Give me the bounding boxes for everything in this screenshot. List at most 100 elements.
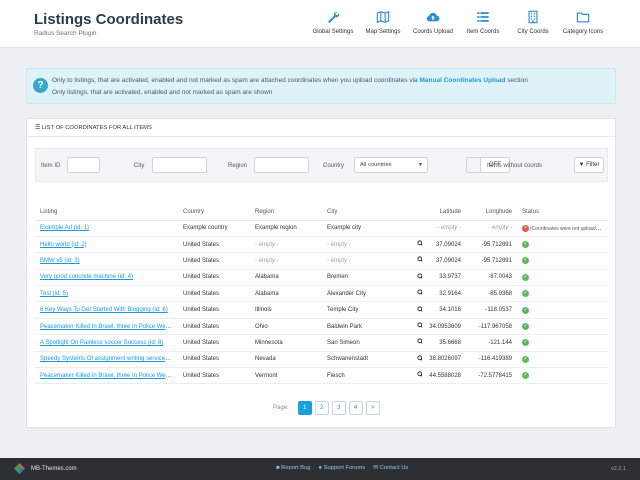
search-icon[interactable] (417, 273, 422, 280)
search-icon[interactable] (417, 256, 422, 263)
nav-map-settings[interactable]: Map Settings (358, 10, 408, 35)
search-icon[interactable] (417, 371, 422, 378)
check-icon: ✓ (522, 290, 529, 298)
country-cell: Example country (178, 220, 250, 237)
envelope-icon: ✉ (373, 465, 379, 471)
listing-cell: Speedy Systems Of assignment writing ser… (35, 351, 178, 369)
region-cell: - empty - (250, 252, 322, 270)
nav-city-coords-label: City Coords (517, 29, 549, 35)
search-icon[interactable] (417, 355, 422, 362)
report-bug-label: Report Bug (281, 465, 311, 471)
listing-link[interactable]: Speedy Systems Of assignment writing ser… (40, 356, 178, 362)
report-bug-link[interactable]: ■ Report Bug (276, 465, 310, 471)
listing-cell: Peacemaker Killed In Brawl, three In Pol… (35, 367, 178, 385)
region-cell: Ohio (250, 318, 322, 336)
nav-city-coords[interactable]: City Coords (508, 10, 558, 35)
country-cell: United States (178, 285, 250, 303)
latitude-cell: 34.1016 (422, 301, 466, 319)
latitude-cell: 34.0953609 (422, 318, 466, 336)
listing-link[interactable]: BMW x5 (id: 3) (40, 258, 80, 264)
table-row: Test (id: 5) United States Alabama Alexande… (35, 285, 608, 303)
nav-item-coords[interactable]: Item Coords (458, 10, 508, 35)
funnel-icon: ▼ (578, 162, 585, 168)
nav-coords-upload[interactable]: Coords Upload (408, 10, 458, 35)
page-title: Listings Coordinates (34, 11, 184, 28)
footer: MB-Themes.com ■ Report Bug ● Support For… (0, 458, 640, 480)
city-cell: Fiesch (322, 367, 412, 385)
check-icon: ✓ (522, 241, 529, 249)
search-icon[interactable] (417, 322, 422, 329)
footer-brand[interactable]: MB-Themes.com (14, 463, 77, 474)
contact-us-link[interactable]: ✉ Contact Us (373, 465, 408, 471)
listing-link[interactable]: 6 Key Ways To Get Started With Blogging … (40, 307, 168, 313)
city-cell: Baldwin Park (322, 318, 412, 336)
region-cell: Example region (250, 220, 322, 237)
question-icon: ? (33, 78, 48, 93)
country-select-value: All countries (360, 162, 392, 168)
item-id-input[interactable] (67, 157, 100, 173)
page-4-button[interactable]: 4 (348, 401, 363, 415)
table-row: 6 Key Ways To Get Started With Blogging … (35, 301, 608, 319)
table-row: Example Ad (id: 1) Example country Example… (35, 220, 608, 237)
search-cell (412, 301, 422, 319)
check-icon: ✓ (522, 339, 529, 347)
without-coords-label: Items without coords (487, 163, 543, 169)
city-cell: - empty - (322, 252, 412, 270)
nav-category-icons-label: Category Icons (562, 29, 604, 35)
search-icon[interactable] (417, 240, 422, 247)
listing-cell: 6 Key Ways To Get Started With Blogging … (35, 301, 178, 319)
listing-cell: Test (id: 5) (35, 285, 178, 303)
latitude-cell: 35.6668 (422, 334, 466, 352)
status-cell: ✓ (517, 334, 608, 352)
status-cell: × (Coordinates were not uploaded y... (517, 220, 608, 237)
table-row: Speedy Systems Of assignment writing ser… (35, 351, 608, 369)
search-icon[interactable] (417, 306, 422, 313)
longitude-cell: -95.712891 (466, 236, 517, 254)
search-cell (412, 318, 422, 336)
table-row: Hello world (id: 2) United States - empty … (35, 236, 608, 254)
nav-global-settings[interactable]: Global Settings (308, 10, 358, 35)
listing-link[interactable]: Peacemaker Killed In Brawl, three In Pol… (40, 373, 178, 379)
page-3-button[interactable]: 3 (331, 401, 346, 415)
page-2-button[interactable]: 2 (314, 401, 329, 415)
search-cell (412, 252, 422, 270)
city-cell: Bremen (322, 269, 412, 287)
search-icon[interactable] (417, 338, 422, 345)
latitude-cell: 33.9737 (422, 269, 466, 287)
longitude-cell: -116.419389 (466, 351, 517, 369)
table-row: Peacemaker Killed In Brawl, three In Pol… (35, 367, 608, 385)
next-page-button[interactable]: > (365, 401, 380, 415)
listing-link[interactable]: Hello world (id: 2) (40, 242, 87, 248)
nav-category-icons[interactable]: Category Icons (558, 10, 608, 35)
listing-link[interactable]: Peacemaker Killed In Brawl, three In Pol… (40, 324, 178, 330)
manual-upload-link[interactable]: Manual Coordinates Upload (419, 77, 505, 84)
country-label: Country (323, 163, 345, 169)
listing-link[interactable]: Example Ad (id: 1) (40, 225, 89, 231)
longitude-cell: -72.5778415 (466, 367, 517, 385)
status-cell: ✓ (517, 236, 608, 254)
city-input[interactable] (152, 157, 207, 173)
region-input[interactable] (254, 157, 309, 173)
country-select[interactable]: All countries ▼ (354, 157, 428, 173)
search-cell (412, 269, 422, 287)
coordinates-panel: ☰ LIST OF COORDINATES FOR ALL ITEMS Item… (26, 118, 616, 428)
listing-link[interactable]: Test (id: 5) (40, 291, 68, 297)
listing-link[interactable]: Very good concrete machine (id: 4) (40, 274, 133, 280)
support-forums-link[interactable]: ● Support Forums (318, 465, 365, 471)
info-alert: ? Only to listings, that are activated, … (26, 68, 616, 104)
search-icon[interactable] (417, 289, 422, 296)
listing-link[interactable]: A Spotlight On Painless soccer Success (… (40, 340, 163, 346)
longitude-cell: -87.0043 (466, 269, 517, 287)
page-1-button[interactable]: 1 (297, 401, 312, 415)
nav-coords-upload-label: Coords Upload (412, 29, 454, 35)
page-label: Page: (273, 405, 289, 411)
longitude-cell: -95.712891 (466, 252, 517, 270)
listing-cell: Example Ad (id: 1) (35, 220, 178, 237)
bug-icon: ■ (276, 465, 280, 471)
region-cell: Nevada (250, 351, 322, 369)
filter-button[interactable]: ▼ Filter (574, 157, 604, 173)
check-icon: ✓ (522, 323, 529, 330)
latitude-cell: 38.8026097 (422, 351, 466, 369)
pagination: Page: 1 2 3 4 > (273, 401, 380, 415)
search-cell (412, 285, 422, 303)
